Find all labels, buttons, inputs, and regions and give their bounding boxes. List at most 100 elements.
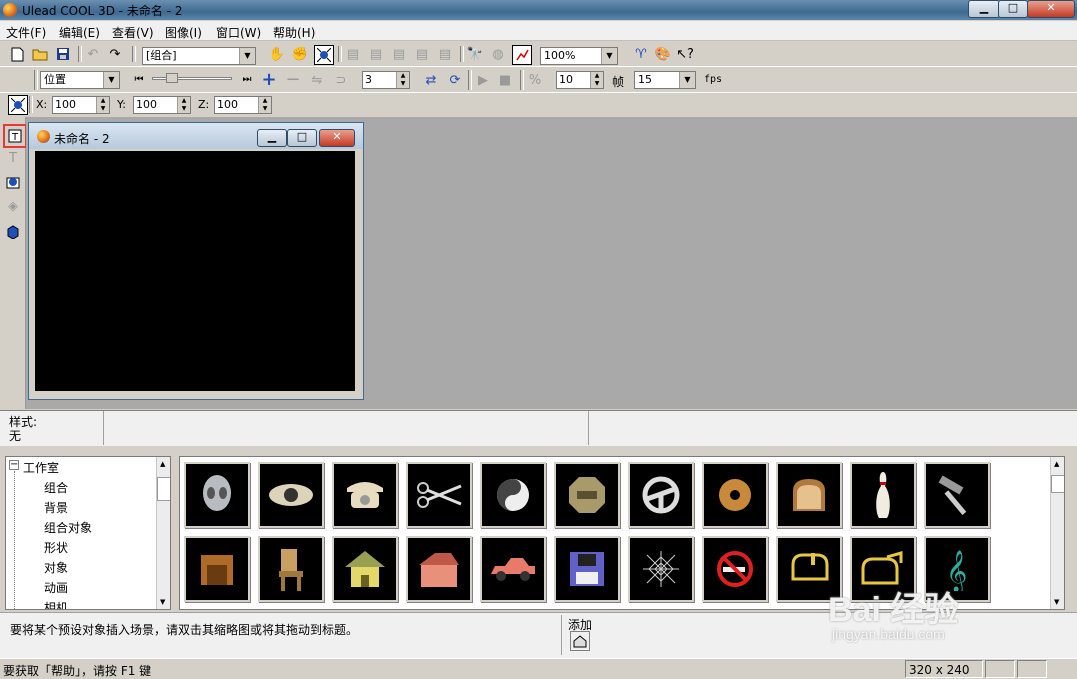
align-top-icon[interactable]: ▤ [413,45,431,63]
thumbnail-bread[interactable] [776,462,842,528]
redo-icon[interactable]: ↷ [106,45,124,63]
size-mode-icon[interactable] [8,95,28,115]
edit-geometry-icon[interactable]: ◈ [4,197,22,215]
spinner-arrows-icon[interactable]: ▲ ▼ [590,72,603,88]
thumbnail-house-yellow[interactable] [332,536,398,602]
tree-item[interactable]: 动画 [44,579,68,596]
remove-keyframe-icon[interactable]: − [284,71,302,89]
plugin-icon[interactable]: ♈ [632,45,650,63]
extrude-object-icon[interactable] [4,223,22,241]
loop-back-icon[interactable]: ⊃ [332,71,350,89]
menu-image[interactable]: 图像(I) [165,24,202,41]
x-input[interactable]: 100 ▲ ▼ [52,96,110,114]
tree-item[interactable]: 背景 [44,499,68,516]
thumbnail-house-red[interactable] [406,536,472,602]
menu-file[interactable]: 文件(F) [6,24,46,41]
chevron-down-icon[interactable]: ▼ [601,48,617,64]
thumbnail-hammer[interactable] [924,462,990,528]
thumbnail-chair[interactable] [258,536,324,602]
menu-view[interactable]: 查看(V) [112,24,154,41]
insert-text-icon[interactable]: T [3,124,27,148]
tree-root[interactable]: 工作室 [23,459,59,476]
tree-scrollbar[interactable]: ▲ ▼ [156,457,170,609]
y-input[interactable]: 100 ▲ ▼ [133,96,191,114]
last-frame-icon[interactable]: ⏭ [238,71,256,89]
thumbnail-bowling-pin[interactable] [850,462,916,528]
thumbnail-eye[interactable] [258,462,324,528]
first-frame-icon[interactable]: ⏮ [130,71,148,89]
loop-icon[interactable]: ⟳ [446,71,464,89]
fps-combo[interactable]: 15 ▼ [634,71,696,89]
frame-slider-track[interactable] [152,77,232,80]
zoom-combo[interactable]: 100% ▼ [540,47,618,65]
size-object-icon[interactable] [314,45,334,65]
frame-count-input[interactable]: 10 ▲ ▼ [556,71,604,89]
align-right-icon[interactable]: ▤ [390,45,408,63]
add-keyframe-icon[interactable]: + [260,71,278,89]
thumbnail-donut[interactable] [702,462,768,528]
spinner-arrows-icon[interactable]: ▲ ▼ [96,97,109,113]
menu-edit[interactable]: 编辑(E) [59,24,100,41]
chevron-down-icon[interactable]: ▼ [239,48,255,64]
close-button[interactable]: ✕ [1027,0,1075,18]
tree-item[interactable]: 组合对象 [44,519,92,536]
z-input[interactable]: 100 ▲ ▼ [214,96,272,114]
render-canvas[interactable] [35,151,355,391]
tree-item[interactable]: 形状 [44,539,68,556]
light-icon[interactable]: 🔭 [466,45,484,63]
minimize-button[interactable]: ▁ [968,0,1000,18]
tree-collapse-icon[interactable]: − [9,460,19,470]
thumbnail-nut[interactable] [554,462,620,528]
open-folder-icon[interactable] [31,45,49,63]
rotate-hand-icon[interactable]: ✋ [268,45,286,63]
palette-icon[interactable]: 🎨 [654,45,672,63]
chevron-down-icon[interactable]: ▼ [679,72,695,88]
spin-object-icon[interactable]: ✊ [291,45,309,63]
thumbnail-scissors[interactable] [406,462,472,528]
new-file-icon[interactable] [8,45,26,63]
doc-maximize-button[interactable]: □ [287,129,317,147]
save-icon[interactable] [54,45,72,63]
thumbnail-wooden-box[interactable] [184,536,250,602]
thumbnail-yin-yang[interactable] [480,462,546,528]
easy-palette-tree[interactable]: − 工作室 组合 背景 组合对象 形状 对象 动画 相机 ▲ ▼ [5,456,171,610]
frame-slider-thumb[interactable] [166,73,178,83]
doc-close-button[interactable]: ✕ [319,129,355,147]
tree-item[interactable]: 组合 [44,479,68,496]
insert-geometry-icon[interactable] [4,173,22,191]
align-bottom-icon[interactable]: ▤ [436,45,454,63]
undo-icon[interactable]: ↶ [84,45,102,63]
chart-icon[interactable] [512,45,532,65]
thumbnail-telephone[interactable] [332,462,398,528]
menu-help[interactable]: 帮助(H) [273,24,315,41]
pingpong-icon[interactable]: ⇄ [422,71,440,89]
thumbnail-car[interactable] [480,536,546,602]
chevron-down-icon[interactable]: ▼ [103,72,119,88]
globe-icon[interactable]: ◍ [489,45,507,63]
reverse-icon[interactable]: ⇋ [308,71,326,89]
thumbnail-no-smoking[interactable] [702,536,768,602]
object-combo[interactable]: [组合] ▼ [142,47,256,65]
align-left-icon[interactable]: ▤ [344,45,362,63]
thumbnail-alien-head[interactable] [184,462,250,528]
spinner-arrows-icon[interactable]: ▲ ▼ [177,97,190,113]
menu-window[interactable]: 窗口(W) [216,24,261,41]
thumbnail-spider-web[interactable] [628,536,694,602]
stop-icon[interactable]: ■ [496,71,514,89]
percent-icon[interactable]: % [526,71,544,89]
tree-item[interactable]: 对象 [44,559,68,576]
doc-minimize-button[interactable]: ▁ [257,129,287,147]
context-help-icon[interactable]: ↖? [676,45,694,63]
thumbnail-floppy-disk[interactable] [554,536,620,602]
spinner-arrows-icon[interactable]: ▲ ▼ [396,72,409,88]
spinner-arrows-icon[interactable]: ▲ ▼ [258,97,271,113]
add-to-library-button[interactable] [570,631,590,651]
attribute-combo[interactable]: 位置 ▼ [40,71,120,89]
align-center-icon[interactable]: ▤ [367,45,385,63]
thumbnail-steering-wheel[interactable] [628,462,694,528]
edit-text-icon[interactable]: T [4,149,22,167]
play-icon[interactable]: ▶ [474,71,492,89]
maximize-button[interactable]: □ [998,0,1028,18]
current-frame-input[interactable]: 3 ▲ ▼ [362,71,410,89]
tree-item[interactable]: 相机 [44,599,68,609]
